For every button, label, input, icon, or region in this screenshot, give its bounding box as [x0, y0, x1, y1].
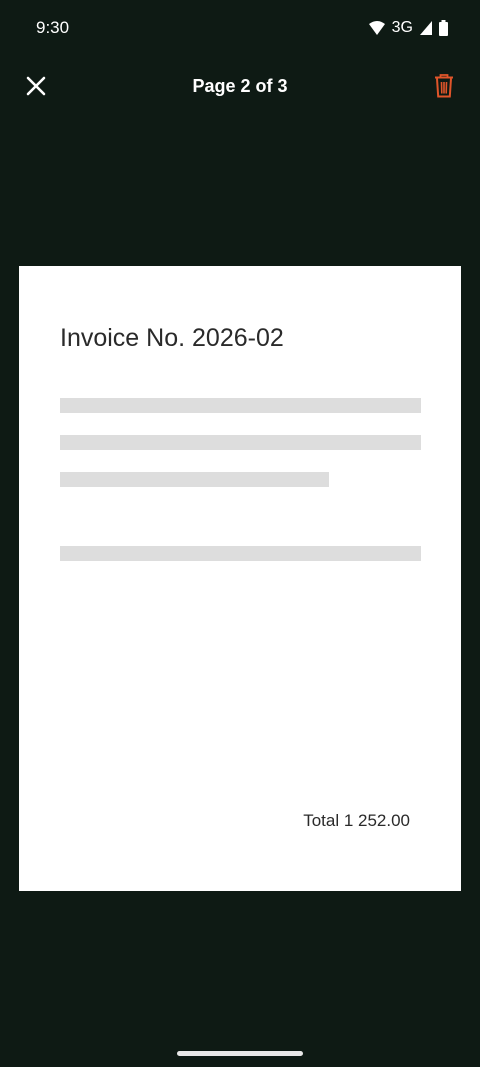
battery-icon [439, 20, 448, 36]
placeholder-text-line [60, 398, 421, 413]
placeholder-text-line [60, 435, 421, 450]
network-type: 3G [391, 19, 413, 36]
signal-icon [419, 20, 433, 36]
status-time: 9:30 [36, 18, 70, 37]
gesture-navigation-handle[interactable] [177, 1051, 303, 1056]
delete-button[interactable] [424, 68, 464, 108]
placeholder-text-line [60, 546, 421, 561]
document-page-preview[interactable]: Invoice No. 2026-02 Total 1 252.00 [19, 266, 461, 891]
status-bar: 9:30 3G [0, 0, 480, 56]
invoice-total: Total 1 252.00 [303, 811, 410, 830]
top-app-bar: Page 2 of 3 [0, 62, 480, 114]
wifi-icon [368, 20, 386, 36]
status-icons: 3G [368, 18, 448, 38]
invoice-heading: Invoice No. 2026-02 [60, 324, 284, 352]
placeholder-text-line [60, 472, 329, 487]
page-title: Page 2 of 3 [192, 76, 288, 96]
trash-icon [434, 73, 454, 103]
